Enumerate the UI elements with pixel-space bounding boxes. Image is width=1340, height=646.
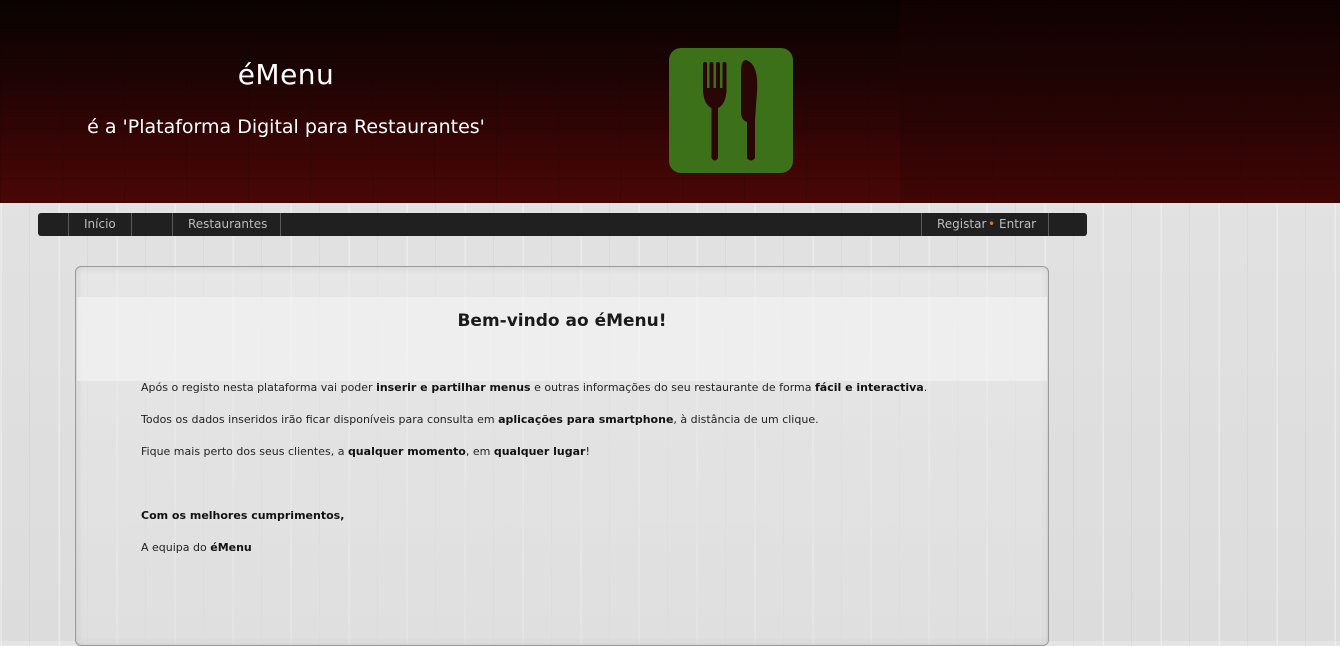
text-segment: Após o registo nesta plataforma vai pode… (141, 381, 377, 394)
intro-paragraph: Após o registo nesta plataforma vai pode… (141, 381, 927, 394)
emphasis-text: inserir e partilhar menus (376, 381, 531, 394)
text-segment: , à distância de um clique. (673, 413, 819, 426)
nav-item-restaurantes[interactable]: Restaurantes (188, 217, 267, 231)
text-segment: Todos os dados inseridos irão ficar disp… (141, 413, 499, 426)
text-segment: A equipa do (141, 541, 211, 554)
signature-line: A equipa do éMenu (141, 541, 252, 554)
text-segment: . (923, 381, 928, 394)
smartphone-paragraph: Todos os dados inseridos irão ficar disp… (141, 413, 819, 426)
emphasis-text: Com os melhores cumprimentos, (141, 509, 345, 522)
clients-paragraph: Fique mais perto dos seus clientes, a qu… (141, 445, 590, 458)
nav-bullet: • (988, 217, 996, 231)
site-title: éMenu (237, 58, 335, 91)
nav-divider (280, 213, 281, 236)
emphasis-text: éMenu (210, 541, 252, 554)
nav-divider (921, 213, 922, 236)
text-segment: e outras informações do seu restaurante … (530, 381, 815, 394)
nav-divider (172, 213, 173, 236)
nav-item-entrar[interactable]: Entrar (999, 217, 1036, 231)
site-tagline: é a 'Plataforma Digital para Restaurante… (87, 116, 485, 138)
nav-item-inicio[interactable]: Início (84, 217, 116, 231)
emphasis-text: fácil e interactiva (814, 381, 924, 394)
emphasis-text: aplicações para smartphone (498, 413, 674, 426)
text-segment: , em (465, 445, 494, 458)
header-banner: éMenu é a 'Plataforma Digital para Resta… (0, 0, 1340, 203)
text-segment: Fique mais perto dos seus clientes, a (141, 445, 348, 458)
page-title: Bem-vindo ao éMenu! (457, 311, 667, 331)
panel-title-band (77, 297, 1047, 381)
closing-line: Com os melhores cumprimentos, (141, 509, 344, 522)
nav-divider (68, 213, 69, 236)
header-shade (900, 0, 1340, 203)
nav-divider (1048, 213, 1049, 236)
text-segment: ! (585, 445, 590, 458)
fork-knife-icon (669, 48, 793, 173)
nav-divider (131, 213, 132, 236)
welcome-panel: Bem-vindo ao éMenu! Após o registo nesta… (75, 266, 1049, 646)
emphasis-text: qualquer lugar (493, 445, 586, 458)
emphasis-text: qualquer momento (347, 445, 466, 458)
nav-item-registar[interactable]: Registar (937, 217, 986, 231)
top-navigation: Início Restaurantes Registar • Entrar (38, 213, 1087, 236)
